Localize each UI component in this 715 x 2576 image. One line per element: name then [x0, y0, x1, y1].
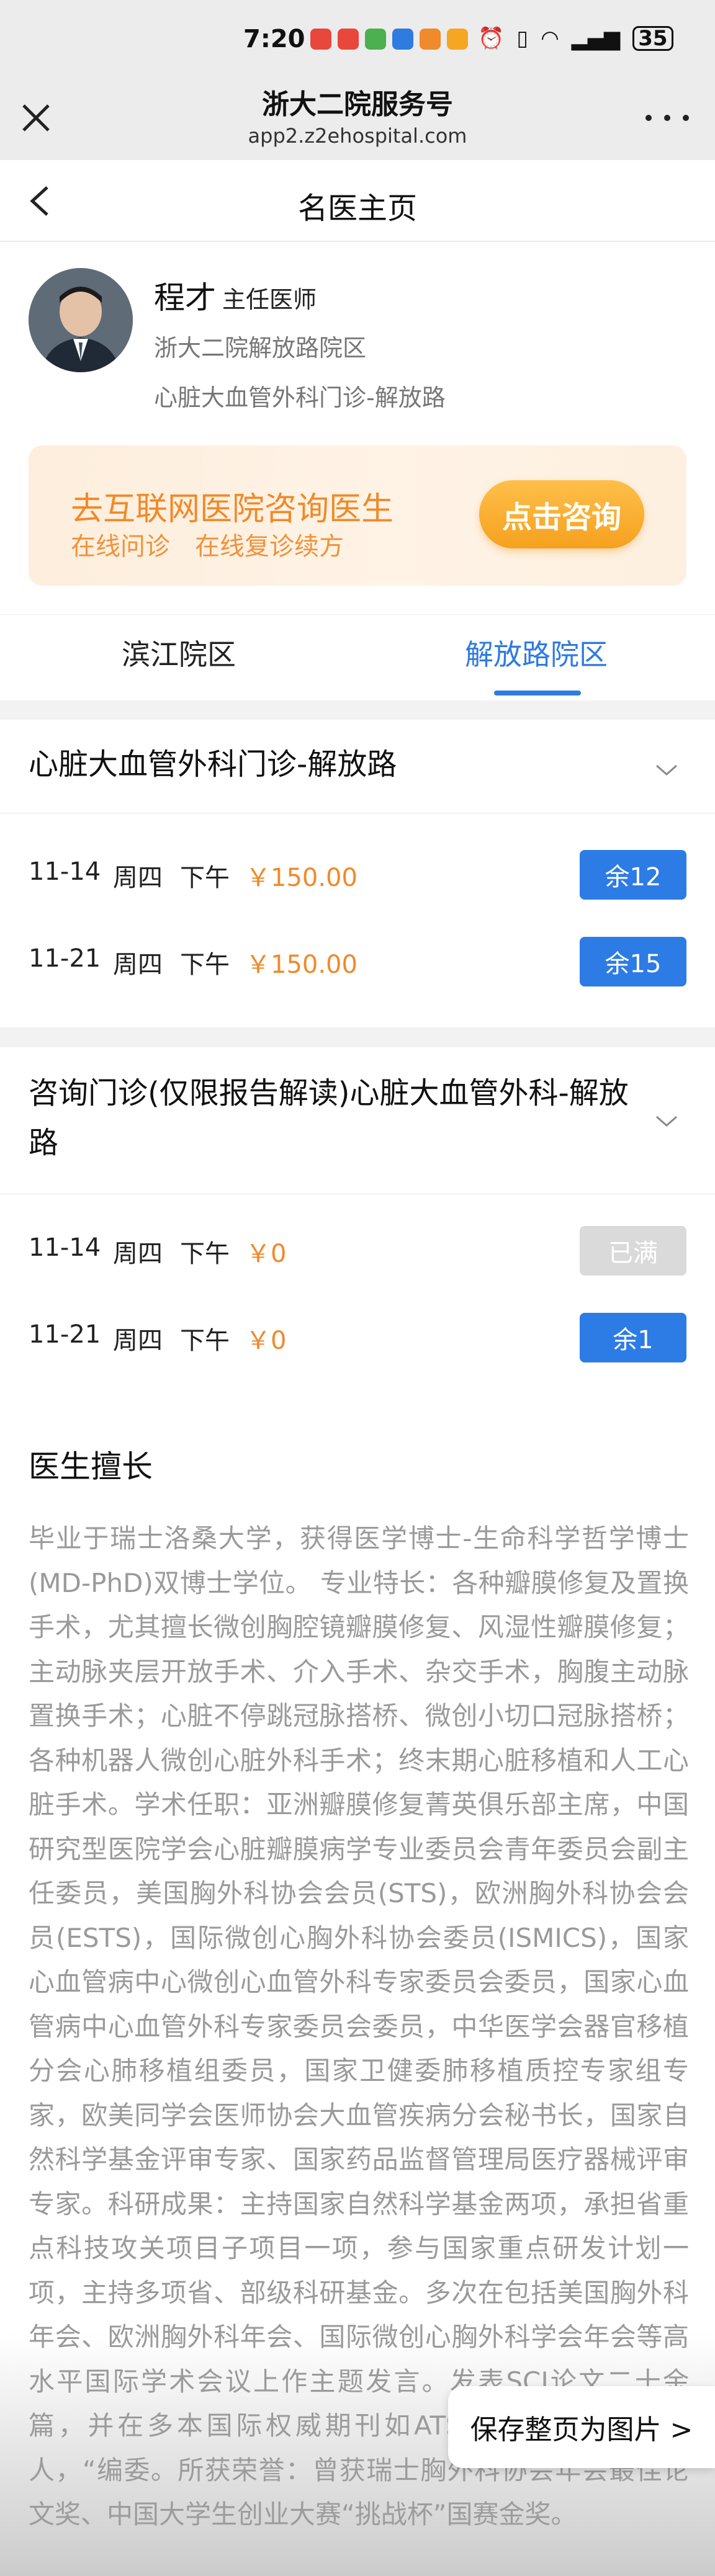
- book-slot-button[interactable]: 余12: [580, 850, 686, 900]
- slot-period: 下午: [180, 864, 230, 892]
- save-page-as-image-button[interactable]: 保存整页为图片 >: [448, 2386, 715, 2468]
- more-icon[interactable]: [645, 101, 689, 135]
- status-time: 7:20: [243, 25, 305, 53]
- schedule-row: 11-14 周四 下午 ￥0 已满: [29, 1220, 686, 1282]
- vibrate-icon: ▯: [516, 26, 529, 51]
- clinic-header[interactable]: 心脏大血管外科门诊-解放路: [0, 720, 715, 813]
- battery-icon: 35: [632, 26, 673, 51]
- slot-price: ￥150.00: [246, 864, 358, 892]
- clinic-section: 心脏大血管外科门诊-解放路 11-14 周四 下午 ￥150.00 余12 11…: [0, 720, 715, 1027]
- wifi-icon: ◠: [541, 26, 559, 51]
- clinic-name-line2: 路: [29, 1125, 59, 1160]
- consult-banner[interactable]: 去互联网医院咨询医生 在线问诊 在线复诊续方 点击咨询: [29, 445, 686, 586]
- schedule-row: 11-21 周四 下午 ￥0 余1: [29, 1307, 686, 1369]
- slot-period: 下午: [180, 950, 230, 979]
- system-icons: ⏰ ▯ ◠ ▂▄▆ 35: [478, 26, 673, 51]
- slot-price: ￥150.00: [246, 950, 358, 979]
- campus-tabs: 滨江院区 解放路院区: [0, 614, 715, 700]
- slot-period: 下午: [180, 1326, 230, 1355]
- tab-jiefanglu[interactable]: 解放路院区: [358, 615, 715, 700]
- slot-weekday: 周四: [113, 950, 163, 979]
- consult-button[interactable]: 点击咨询: [479, 480, 644, 548]
- slot-price: ￥0: [246, 1240, 287, 1268]
- schedule-row: 11-14 周四 下午 ￥150.00 余12: [29, 844, 686, 906]
- slot-date: 11-14: [29, 1233, 101, 1262]
- consult-title: 去互联网医院咨询医生: [71, 491, 394, 528]
- clinic-header[interactable]: 咨询门诊(仅限报告解读)心脏大血管外科-解放 路: [0, 1047, 715, 1194]
- expertise-text: 毕业于瑞士洛桑大学，获得医学博士-生命科学哲学博士(MD-PhD)双博士学位。 …: [29, 1523, 689, 2529]
- doctor-avatar: [29, 268, 133, 372]
- slot-price: ￥0: [246, 1326, 287, 1355]
- app-notification-icon: [338, 29, 359, 50]
- expertise-title: 医生擅长: [29, 1449, 153, 1485]
- app-notification-icon: [310, 29, 331, 50]
- book-slot-button[interactable]: 余1: [580, 1313, 686, 1362]
- book-slot-button[interactable]: 余15: [580, 937, 686, 986]
- page-title: 名医主页: [297, 191, 417, 226]
- schedule-row: 11-21 周四 下午 ￥150.00 余15: [29, 931, 686, 993]
- clinic-name: 心脏大血管外科门诊-解放路: [29, 747, 397, 782]
- clinic-section: 咨询门诊(仅限报告解读)心脏大血管外科-解放 路 11-14 周四 下午 ￥0 …: [0, 1047, 715, 1406]
- doctor-department: 心脏大血管外科门诊-解放路: [154, 384, 446, 411]
- slot-date: 11-14: [29, 857, 101, 886]
- active-tab-indicator: [494, 691, 581, 695]
- consult-subtitle: 在线问诊 在线复诊续方: [71, 532, 344, 561]
- slot-weekday: 周四: [113, 1240, 163, 1268]
- alarm-icon: ⏰: [478, 26, 505, 51]
- doctor-name: 程才: [154, 280, 216, 316]
- doctor-hospital: 浙大二院解放路院区: [154, 334, 367, 362]
- nav-bar: 名医主页: [0, 160, 715, 241]
- app-notification-icon: [420, 29, 441, 50]
- slot-weekday: 周四: [113, 1326, 163, 1355]
- signal-icon: ▂▄▆: [571, 26, 621, 51]
- app-url: app2.z2ehospital.com: [248, 124, 467, 148]
- chevron-down-icon[interactable]: [653, 761, 680, 779]
- slot-period: 下午: [180, 1240, 230, 1268]
- chevron-down-icon[interactable]: [653, 1112, 680, 1130]
- doctor-card: 程才 主任医师 浙大二院解放路院区 心脏大血管外科门诊-解放路 去互联网医院咨询…: [0, 242, 715, 614]
- clinic-name-line1: 咨询门诊(仅限报告解读)心脏大血管外科-解放: [29, 1076, 629, 1111]
- slot-date: 11-21: [29, 944, 101, 973]
- doctor-title: 主任医师: [222, 286, 317, 313]
- app-notification-icon: [392, 29, 413, 50]
- app-notification-icon: [447, 29, 468, 50]
- slot-date: 11-21: [29, 1320, 101, 1349]
- notification-icons: [310, 29, 468, 50]
- slot-weekday: 周四: [113, 864, 163, 892]
- tab-binjiang[interactable]: 滨江院区: [0, 615, 358, 700]
- app-notification-icon: [365, 29, 386, 50]
- status-bar: 7:20 ⏰ ▯ ◠ ▂▄▆ 35: [0, 0, 715, 74]
- app-title: 浙大二院服务号: [262, 89, 453, 120]
- slot-full-button: 已满: [580, 1226, 686, 1276]
